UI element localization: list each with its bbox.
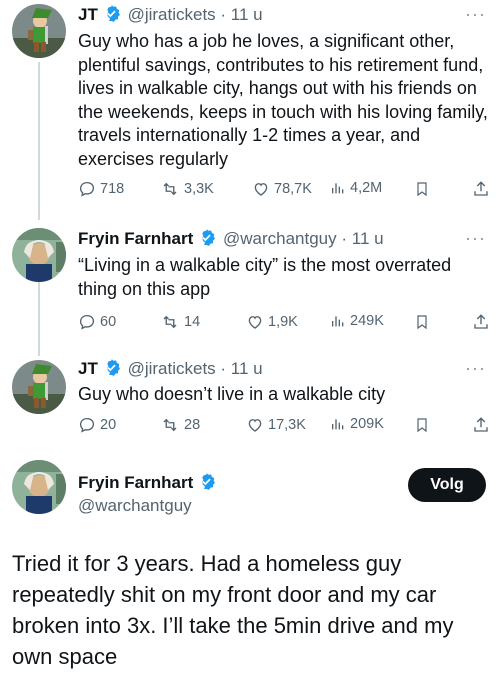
verified-badge-icon [102, 358, 121, 382]
avatar[interactable] [12, 460, 66, 514]
follow-button[interactable]: Volg [408, 468, 486, 502]
like-count: 17,3K [268, 417, 306, 433]
author-name[interactable]: JT [78, 359, 98, 378]
heart-icon [248, 419, 262, 432]
tweet-header: Fryin Farnhart @warchantguy · 11 u [78, 228, 384, 252]
avatar[interactable] [12, 4, 66, 58]
retweet-icon [163, 418, 177, 432]
retweet-icon [163, 182, 177, 196]
author-name[interactable]: Fryin Farnhart [78, 473, 193, 492]
bookmark-button[interactable] [414, 416, 434, 434]
tweet-actions: 20 28 17,3K 209K [78, 416, 492, 438]
main-author-name-row: Fryin Farnhart [78, 472, 218, 496]
tweet-actions: 60 14 1,9K 249K [78, 313, 492, 335]
share-button[interactable] [472, 416, 494, 434]
author-handle[interactable]: @jiratickets [128, 5, 216, 24]
like-button[interactable]: 78,7K [252, 180, 312, 198]
author-handle[interactable]: @warchantguy [78, 496, 192, 516]
bookmark-button[interactable] [414, 180, 434, 198]
bookmark-icon [417, 418, 427, 433]
more-options-icon[interactable]: ··· [465, 358, 486, 379]
author-handle[interactable]: @warchantguy [223, 229, 337, 248]
tweet-time[interactable]: · 11 u [220, 5, 262, 24]
tweet-time[interactable]: · 11 u [220, 359, 262, 378]
tweet-time[interactable]: · 11 u [341, 229, 383, 248]
tweet-header: JT @jiratickets · 11 u [78, 4, 263, 28]
retweet-button[interactable]: 28 [160, 416, 200, 434]
reply-button[interactable]: 60 [78, 313, 116, 331]
reply-count: 718 [100, 181, 125, 197]
share-icon [474, 181, 488, 196]
bookmark-icon [417, 182, 427, 197]
views-icon [332, 419, 344, 430]
views-icon [332, 183, 344, 194]
thread-line [38, 282, 40, 356]
retweet-button[interactable]: 14 [160, 313, 200, 331]
reply-button[interactable]: 20 [78, 416, 116, 434]
bookmark-icon [417, 315, 427, 330]
retweet-count: 14 [184, 314, 201, 330]
reply-icon [79, 314, 95, 330]
tweet-header: JT @jiratickets · 11 u [78, 358, 263, 382]
reply-count: 60 [100, 314, 117, 330]
retweet-button[interactable]: 3,3K [160, 180, 214, 198]
like-count: 1,9K [268, 314, 298, 330]
more-options-icon[interactable]: ··· [465, 4, 486, 25]
reply-count: 20 [100, 417, 117, 433]
retweet-count: 3,3K [184, 181, 214, 197]
tweet-actions: 718 3,3K 78,7K 4,2M [78, 180, 492, 202]
tweet-text: “Living in a walkable city” is the most … [78, 255, 452, 299]
reply-icon [79, 417, 95, 433]
retweet-icon [163, 315, 177, 329]
verified-badge-icon [197, 228, 216, 252]
views-count: 249K [350, 313, 384, 329]
share-icon [474, 417, 488, 432]
views-button[interactable]: 4,2M [330, 180, 382, 196]
tweet[interactable]: JT @jiratickets · 11 u ··· Guy who has a… [0, 0, 500, 220]
verified-badge-icon [102, 4, 121, 28]
views-button[interactable]: 249K [330, 313, 384, 329]
views-icon [332, 316, 344, 327]
avatar[interactable] [12, 360, 66, 414]
tweet-text: Guy who has a job he loves, a significan… [78, 31, 488, 169]
more-options-icon[interactable]: ··· [465, 228, 486, 249]
verified-badge-icon [197, 472, 216, 496]
share-icon [474, 314, 488, 329]
share-button[interactable] [472, 180, 494, 198]
reply-button[interactable]: 718 [78, 180, 124, 198]
main-tweet-text: Tried it for 3 years. Had a homeless guy… [12, 551, 454, 669]
reply-icon [79, 181, 95, 197]
views-count: 4,2M [350, 180, 383, 196]
like-count: 78,7K [274, 181, 312, 197]
heart-icon [248, 316, 262, 329]
share-button[interactable] [472, 313, 494, 331]
views-button[interactable]: 209K [330, 416, 384, 432]
like-button[interactable]: 17,3K [246, 416, 306, 434]
author-name[interactable]: Fryin Farnhart [78, 229, 193, 248]
bookmark-button[interactable] [414, 313, 434, 331]
heart-icon [254, 183, 268, 196]
retweet-count: 28 [184, 417, 201, 433]
author-name[interactable]: JT [78, 5, 98, 24]
like-button[interactable]: 1,9K [246, 313, 298, 331]
author-handle[interactable]: @jiratickets [128, 359, 216, 378]
views-count: 209K [350, 416, 384, 432]
avatar[interactable] [12, 228, 66, 282]
tweet-text: Guy who doesn’t live in a walkable city [78, 384, 386, 404]
